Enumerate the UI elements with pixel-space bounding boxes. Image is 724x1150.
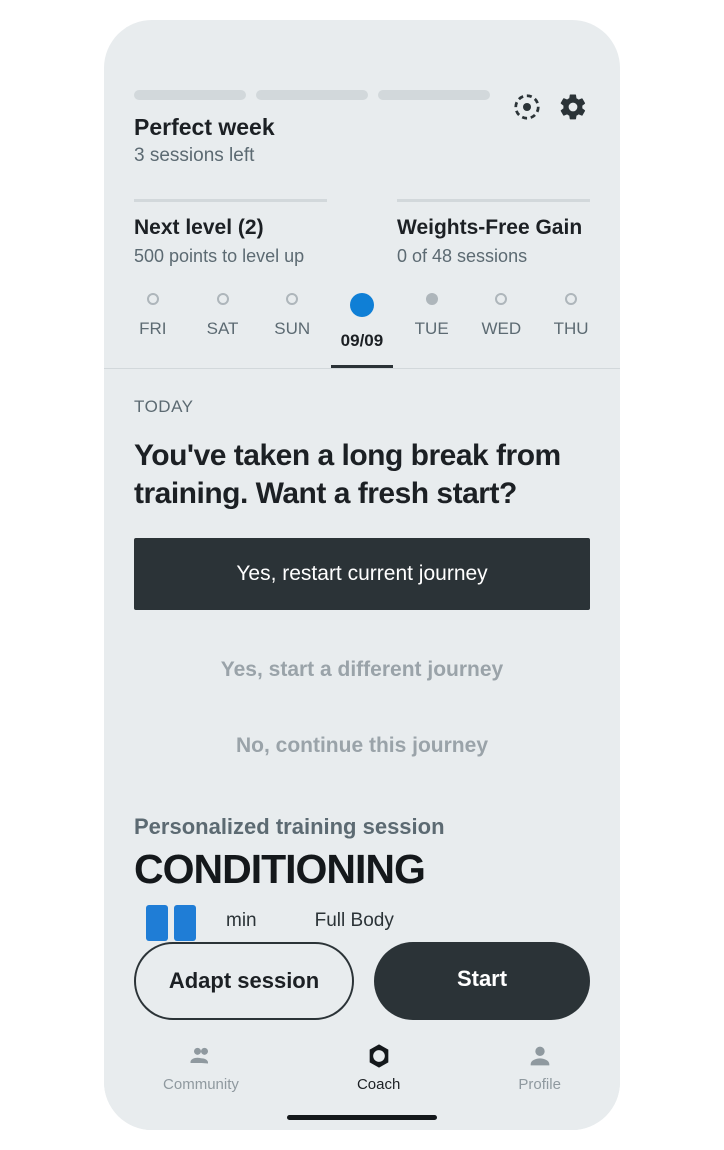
body-icon — [138, 901, 208, 941]
community-icon — [187, 1042, 215, 1070]
top-bar: Perfect week 3 sessions left — [104, 90, 620, 167]
profile-icon — [526, 1042, 554, 1070]
adapt-session-button[interactable]: Adapt session — [134, 942, 354, 1020]
day-indicator — [565, 293, 577, 305]
day-indicator — [147, 293, 159, 305]
tab-community[interactable]: Community — [163, 1042, 239, 1093]
day-sun[interactable]: SUN — [261, 293, 323, 368]
day-sat[interactable]: SAT — [192, 293, 254, 368]
perfect-week-block: Perfect week 3 sessions left — [134, 90, 498, 167]
level-block[interactable]: Next level (2) 500 points to level up — [134, 199, 327, 267]
day-label: SUN — [274, 319, 310, 339]
streak-bar — [256, 90, 368, 100]
journey-progress-bar — [397, 199, 590, 202]
day-label: 09/09 — [341, 331, 384, 351]
float-buttons: Adapt session Start — [104, 942, 620, 1020]
session-name: CONDITIONING — [134, 846, 590, 893]
progress-row: Next level (2) 500 points to level up We… — [104, 167, 620, 267]
day-indicator — [426, 293, 438, 305]
start-button[interactable]: Start — [374, 942, 590, 1020]
day-indicator — [286, 293, 298, 305]
day-indicator — [217, 293, 229, 305]
day-indicator — [495, 293, 507, 305]
sessions-left: 3 sessions left — [134, 145, 498, 167]
session-meta: min Full Body — [134, 901, 590, 941]
session-focus: Full Body — [315, 910, 394, 932]
gear-icon[interactable] — [556, 90, 590, 124]
tab-label: Coach — [357, 1076, 400, 1093]
home-indicator — [287, 1115, 437, 1120]
today-heading: You've taken a long break from training.… — [134, 437, 590, 512]
tab-coach[interactable]: C Coach — [357, 1042, 400, 1093]
streak-ring-icon[interactable] — [510, 90, 544, 124]
journey-title: Weights-Free Gain — [397, 216, 590, 240]
level-title: Next level (2) — [134, 216, 327, 240]
app-screen: Perfect week 3 sessions left Next level … — [104, 20, 620, 1130]
today-section: TODAY You've taken a long break from tra… — [104, 369, 620, 941]
tab-label: Community — [163, 1076, 239, 1093]
day-label: SAT — [207, 319, 239, 339]
tab-bar: Community C Coach Profile — [104, 1030, 620, 1130]
day-today[interactable]: 09/09 — [331, 293, 393, 368]
day-fri[interactable]: FRI — [122, 293, 184, 368]
day-label: THU — [554, 319, 589, 339]
day-label: WED — [482, 319, 522, 339]
start-different-journey-button[interactable]: Yes, start a different journey — [134, 632, 590, 708]
day-label: FRI — [139, 319, 166, 339]
coach-icon: C — [365, 1042, 393, 1070]
perfect-week-title: Perfect week — [134, 114, 498, 141]
session-label: Personalized training session — [134, 814, 590, 840]
streak-bar — [378, 90, 490, 100]
today-eyebrow: TODAY — [134, 397, 590, 417]
restart-journey-button[interactable]: Yes, restart current journey — [134, 538, 590, 610]
day-indicator-active — [350, 293, 374, 317]
tab-profile[interactable]: Profile — [518, 1042, 561, 1093]
tab-label: Profile — [518, 1076, 561, 1093]
continue-journey-button[interactable]: No, continue this journey — [134, 708, 590, 784]
day-label: TUE — [415, 319, 449, 339]
svg-text:C: C — [375, 1052, 382, 1062]
day-tue[interactable]: TUE — [401, 293, 463, 368]
streak-bars — [134, 90, 498, 100]
session-duration: min — [226, 910, 257, 932]
day-selector: FRI SAT SUN 09/09 TUE WED — [104, 267, 620, 368]
level-progress-bar — [134, 199, 327, 202]
journey-sub: 0 of 48 sessions — [397, 246, 590, 267]
day-wed[interactable]: WED — [470, 293, 532, 368]
journey-block[interactable]: Weights-Free Gain 0 of 48 sessions — [397, 199, 590, 267]
streak-bar — [134, 90, 246, 100]
level-sub: 500 points to level up — [134, 246, 327, 267]
day-thu[interactable]: THU — [540, 293, 602, 368]
